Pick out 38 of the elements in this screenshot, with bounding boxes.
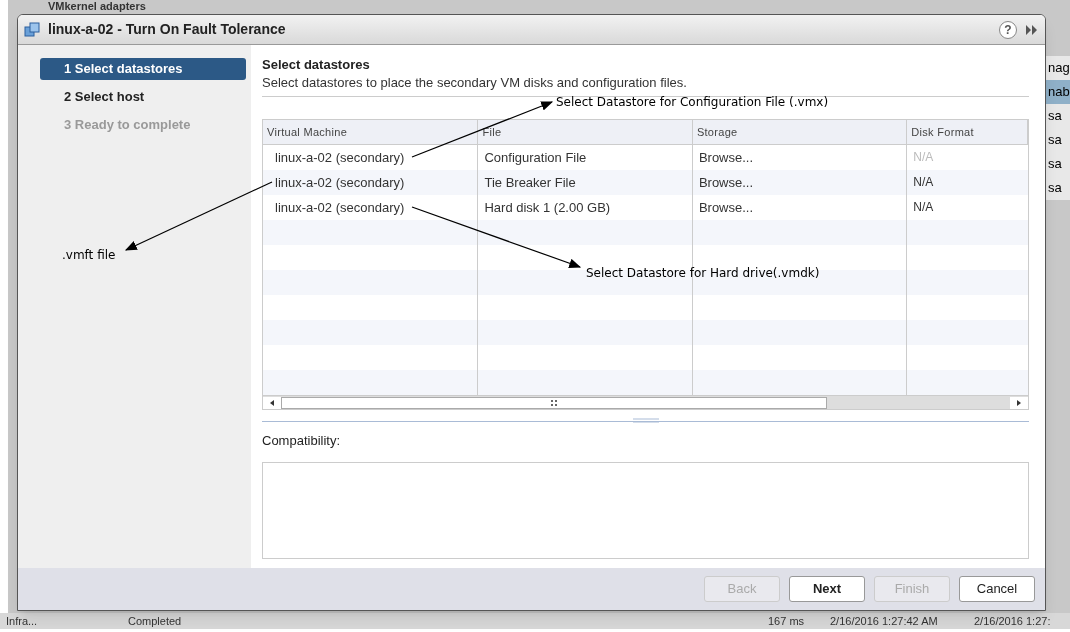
wizard-step[interactable]: 1 Select datastores: [40, 58, 246, 80]
grip-icon: [551, 399, 557, 406]
column-header[interactable]: Virtual Machine: [263, 120, 479, 144]
status-cell-text: 2/16/2016 1:27:42 AM: [830, 614, 939, 628]
page-subtitle: Select datastores to place the secondary VM disks and configuration files.: [262, 74, 688, 92]
table-cell: sa: [1046, 104, 1070, 128]
expand-icon[interactable]: [1025, 24, 1039, 35]
annotation-text: Select Datastore for Hard drive(.vmdk): [586, 265, 820, 282]
table-cell: nag: [1046, 56, 1070, 80]
help-button[interactable]: ?: [999, 20, 1017, 39]
section-header: VMkernel adapters: [48, 0, 147, 13]
status-cell-text: 167 ms: [768, 614, 806, 628]
vm-icon: [24, 21, 40, 38]
page-title: Select datastores: [262, 57, 371, 73]
column-header[interactable]: Storage: [692, 120, 908, 144]
wizard-step[interactable]: 2 Select host: [40, 86, 246, 108]
compatibility-label: Compatibility:: [262, 432, 342, 450]
status-cell-text: Completed: [128, 614, 183, 628]
table-cell: sa: [1046, 128, 1070, 152]
horizontal-scrollbar[interactable]: [263, 395, 1028, 409]
table-cell: nab: [1046, 80, 1070, 104]
annotation-text: .vmft file: [62, 247, 116, 264]
table-cell-text: N/A: [912, 149, 935, 166]
table-cell: sa: [1046, 176, 1070, 200]
table-cell-text: N/A: [912, 199, 935, 216]
scroll-right-icon[interactable]: [1010, 396, 1028, 409]
wizard-button[interactable]: Next: [789, 576, 865, 602]
status-cell-text: Infra...: [6, 614, 39, 628]
splitter-handle[interactable]: [632, 418, 659, 423]
column-header[interactable]: Disk Format: [907, 120, 1028, 144]
wizard-button[interactable]: Cancel: [959, 576, 1035, 602]
annotation-text: Select Datastore for Configuration File (.vmx): [556, 94, 829, 111]
scroll-left-icon[interactable]: [263, 396, 281, 409]
window-title: linux-a-02 - Turn On Fault Tolerance: [48, 20, 287, 39]
table-cell: sa: [1046, 152, 1070, 176]
column-header[interactable]: File: [478, 120, 693, 144]
table-cell-text: N/A: [912, 174, 935, 191]
status-cell: 2/16/2016 1:27:: [974, 614, 1051, 628]
